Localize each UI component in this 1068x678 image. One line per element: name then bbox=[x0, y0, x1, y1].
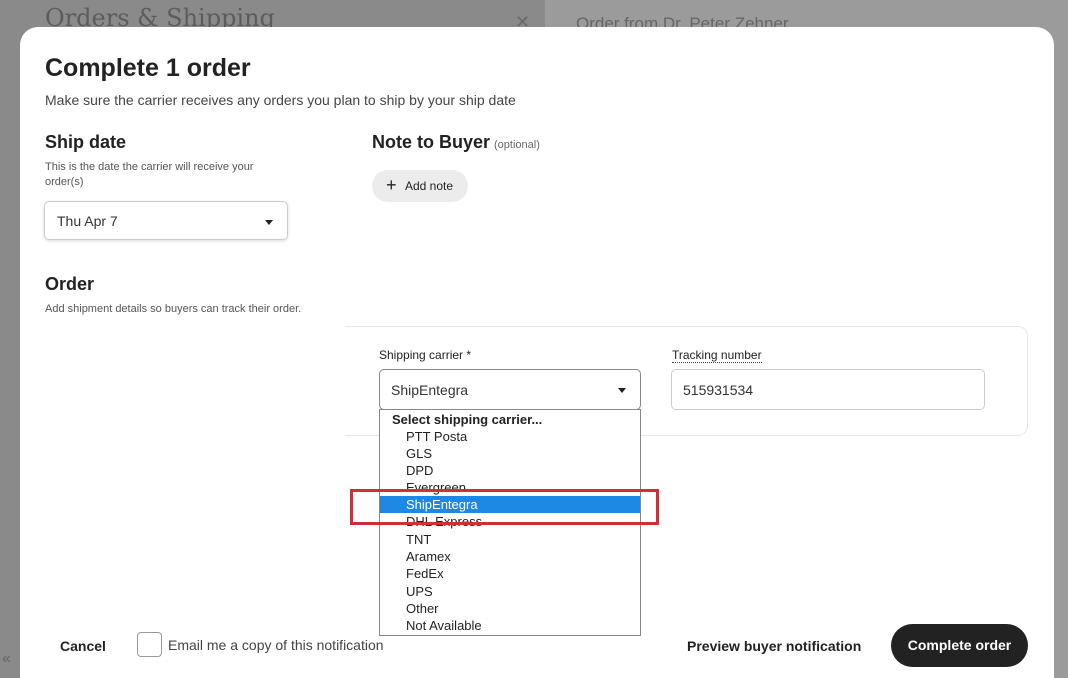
dropdown-option[interactable]: UPS bbox=[380, 583, 640, 600]
tracking-number-label: Tracking number bbox=[672, 348, 762, 363]
dropdown-option[interactable]: DPD bbox=[380, 462, 640, 479]
cancel-button[interactable]: Cancel bbox=[60, 638, 106, 654]
optional-label: (optional) bbox=[494, 139, 540, 151]
complete-order-button[interactable]: Complete order bbox=[891, 624, 1028, 667]
annotation-highlight-box bbox=[350, 489, 659, 525]
ship-date-description: This is the date the carrier will receiv… bbox=[45, 161, 254, 188]
double-chevron-left-icon[interactable]: « bbox=[2, 650, 11, 668]
email-copy-checkbox[interactable] bbox=[137, 632, 162, 657]
dropdown-option[interactable]: Aramex bbox=[380, 548, 640, 565]
dropdown-option[interactable]: GLS bbox=[380, 445, 640, 462]
note-to-buyer-heading: Note to Buyer (optional) bbox=[372, 132, 540, 153]
shipping-carrier-label: Shipping carrier * bbox=[379, 348, 472, 362]
dropdown-option[interactable]: Not Available bbox=[380, 617, 640, 634]
chevron-down-icon bbox=[265, 220, 273, 225]
preview-buyer-notification-link[interactable]: Preview buyer notification bbox=[687, 638, 861, 654]
add-note-label: Add note bbox=[405, 179, 454, 193]
order-heading: Order bbox=[45, 274, 95, 294]
order-description: Add shipment details so buyers can track… bbox=[45, 303, 302, 315]
dropdown-header[interactable]: Select shipping carrier... bbox=[380, 411, 640, 428]
dropdown-option[interactable]: FedEx bbox=[380, 565, 640, 582]
dropdown-option[interactable]: PTT Posta bbox=[380, 428, 640, 445]
modal-subtitle: Make sure the carrier receives any order… bbox=[45, 92, 516, 108]
chevron-down-icon bbox=[618, 388, 626, 393]
dropdown-option[interactable]: Other bbox=[380, 600, 640, 617]
complete-order-modal: Complete 1 order Make sure the carrier r… bbox=[20, 27, 1054, 678]
email-copy-label: Email me a copy of this notification bbox=[168, 637, 384, 653]
ship-date-value: Thu Apr 7 bbox=[57, 213, 118, 229]
shipping-carrier-value: ShipEntegra bbox=[391, 382, 469, 398]
add-note-button[interactable]: + Add note bbox=[372, 170, 468, 202]
tracking-number-input[interactable] bbox=[671, 369, 985, 410]
modal-title: Complete 1 order bbox=[45, 54, 251, 82]
dropdown-option[interactable]: TNT bbox=[380, 531, 640, 548]
shipping-carrier-select[interactable]: ShipEntegra bbox=[379, 369, 641, 410]
ship-date-heading: Ship date bbox=[45, 132, 127, 152]
plus-icon: + bbox=[386, 175, 397, 195]
note-heading-text: Note to Buyer bbox=[372, 132, 491, 152]
ship-date-select[interactable]: Thu Apr 7 bbox=[44, 201, 288, 240]
